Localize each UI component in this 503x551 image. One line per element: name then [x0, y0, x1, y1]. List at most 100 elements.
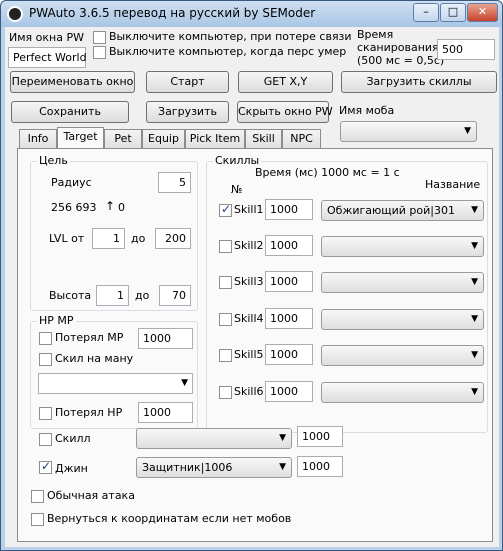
- lvl-to-label: до: [131, 232, 146, 245]
- pw-window-input[interactable]: Perfect World: [8, 47, 87, 68]
- return-coords-label: Вернуться к координатам если нет мобов: [47, 512, 292, 525]
- tab-npc[interactable]: NPC: [282, 129, 321, 148]
- skill6-name-select[interactable]: ▼: [321, 382, 484, 403]
- title-bar[interactable]: PWAuto 3.6.5 перевод на русский by SEMod…: [1, 1, 502, 27]
- skill2-checkbox[interactable]: [219, 240, 232, 253]
- maximize-button[interactable]: □: [440, 3, 466, 22]
- chevron-down-icon: ▼: [279, 433, 286, 443]
- djinn-checkbox[interactable]: [39, 459, 52, 474]
- plain-attack-checkbox[interactable]: [31, 490, 44, 503]
- app-icon: [7, 6, 23, 22]
- skill2-name-select[interactable]: ▼: [321, 236, 484, 257]
- shutdown-disconnect-checkbox[interactable]: [93, 31, 106, 44]
- height-label: Высота: [49, 289, 92, 302]
- lost-hp-input[interactable]: 1000: [138, 402, 193, 423]
- skill1-label: Skill1: [234, 203, 264, 216]
- skill5-label: Skill5: [234, 348, 264, 361]
- skill1-time-input[interactable]: 1000: [265, 199, 313, 220]
- scan-time-label-2: сканирования: [357, 41, 439, 54]
- tab-pick-item[interactable]: Pick Item: [185, 129, 245, 148]
- chevron-down-icon: ▼: [181, 378, 188, 388]
- chevron-down-icon: ▼: [471, 277, 478, 287]
- skill1-name-select[interactable]: Обжигающий рой|301 ▼: [321, 200, 484, 221]
- skill5-time-input[interactable]: 1000: [265, 344, 313, 365]
- skill-checkbox[interactable]: [39, 433, 52, 446]
- lost-mp-input[interactable]: 1000: [138, 328, 193, 349]
- skill1-name-value: Обжигающий рой|301: [327, 204, 455, 217]
- scan-time-input[interactable]: 500: [437, 39, 495, 60]
- skill3-time-input[interactable]: 1000: [265, 271, 313, 292]
- skill4-name-select[interactable]: ▼: [321, 309, 484, 330]
- skill6-time-input[interactable]: 1000: [265, 381, 313, 402]
- skill5-checkbox[interactable]: [219, 349, 232, 362]
- lost-mp-checkbox[interactable]: [39, 332, 52, 345]
- lvl-to-input[interactable]: 200: [155, 228, 191, 249]
- chevron-down-icon: ▼: [471, 241, 478, 251]
- lvl-from-input[interactable]: 1: [92, 228, 125, 249]
- skill6-checkbox[interactable]: [219, 386, 232, 399]
- skill-mana-label: Скил на ману: [55, 352, 134, 365]
- scan-time-label-3: (500 мс = 0,5с): [357, 54, 445, 67]
- app-window: PWAuto 3.6.5 перевод на русский by SEMod…: [0, 0, 503, 551]
- get-xy-button[interactable]: GET X,Y: [238, 71, 333, 93]
- lost-mp-label: Потерял MP: [55, 331, 124, 344]
- skill3-checkbox[interactable]: [219, 276, 232, 289]
- target-group: Цель Радиус 5 256 693 ↑ 0 LVL от 1 до 20…: [30, 154, 198, 311]
- hide-pw-button[interactable]: Скрыть окно PW: [237, 101, 333, 123]
- chevron-down-icon: ▼: [279, 462, 286, 472]
- skill3-name-select[interactable]: ▼: [321, 272, 484, 293]
- save-button[interactable]: Сохранить: [11, 101, 129, 123]
- arrow-up-icon: ↑: [105, 199, 116, 213]
- tab-skill[interactable]: Skill: [245, 129, 282, 148]
- tab-info[interactable]: Info: [19, 129, 57, 148]
- chevron-down-icon: ▼: [471, 350, 478, 360]
- target-group-title: Цель: [37, 154, 70, 167]
- skill4-checkbox[interactable]: [219, 313, 232, 326]
- skills-num-header: №: [231, 183, 243, 196]
- skill-select[interactable]: ▼: [136, 428, 292, 449]
- skill-label: Скилл: [55, 432, 91, 445]
- load-button[interactable]: Загрузить: [146, 101, 229, 123]
- mob-name-select[interactable]: ▼: [340, 121, 477, 142]
- return-coords-checkbox[interactable]: [31, 513, 44, 526]
- load-skills-button[interactable]: Загрузить скиллы: [341, 71, 497, 93]
- pw-window-label: Имя окна PW: [9, 31, 84, 44]
- height-from-input[interactable]: 1: [96, 285, 129, 306]
- skill3-label: Skill3: [234, 275, 264, 288]
- tab-equip[interactable]: Equip: [142, 129, 185, 148]
- tab-target[interactable]: Target: [57, 127, 104, 149]
- height-to-label: до: [135, 289, 150, 302]
- minimize-button[interactable]: –: [413, 3, 439, 22]
- lost-hp-checkbox[interactable]: [39, 407, 52, 420]
- skills-time-note: Время (мс) 1000 мс = 1 с: [255, 166, 400, 179]
- radius-label: Радиус: [51, 176, 92, 189]
- skill4-label: Skill4: [234, 312, 264, 325]
- radius-input[interactable]: 5: [158, 172, 191, 193]
- skill-mana-checkbox[interactable]: [39, 353, 52, 366]
- skill1-checkbox[interactable]: [219, 202, 232, 217]
- chevron-down-icon: ▼: [471, 205, 478, 215]
- plain-attack-label: Обычная атака: [47, 489, 135, 502]
- shutdown-death-checkbox[interactable]: [93, 46, 106, 59]
- shutdown-disconnect-label: Выключите компьютер, при потере связи: [109, 30, 352, 43]
- djinn-time-input[interactable]: 1000: [297, 456, 343, 477]
- skill-mana-select[interactable]: ▼: [38, 373, 193, 394]
- skill4-time-input[interactable]: 1000: [265, 308, 313, 329]
- tab-pet[interactable]: Pet: [104, 129, 142, 148]
- client-area: Имя окна PW Perfect World Выключите комп…: [5, 27, 499, 547]
- close-button[interactable]: ✕: [467, 3, 498, 22]
- skills-group-title: Скиллы: [213, 154, 262, 167]
- start-button[interactable]: Старт: [146, 71, 229, 93]
- shutdown-death-label: Выключите компьютер, когда перс умер: [109, 45, 347, 58]
- scan-time-label-1: Время: [357, 28, 394, 41]
- skill2-time-input[interactable]: 1000: [265, 235, 313, 256]
- height-to-input[interactable]: 70: [159, 285, 191, 306]
- rename-window-button[interactable]: Переименовать окно: [10, 71, 135, 93]
- skills-group: Скиллы Время (мс) 1000 мс = 1 с № Назван…: [206, 154, 488, 433]
- djinn-select[interactable]: Защитник|1006 ▼: [136, 457, 292, 478]
- skill5-name-select[interactable]: ▼: [321, 345, 484, 366]
- skill-time-input[interactable]: 1000: [297, 426, 343, 447]
- lvl-from-label: LVL от: [49, 232, 85, 245]
- skills-name-header: Название: [425, 178, 481, 191]
- coords-text: 256 693: [51, 201, 97, 214]
